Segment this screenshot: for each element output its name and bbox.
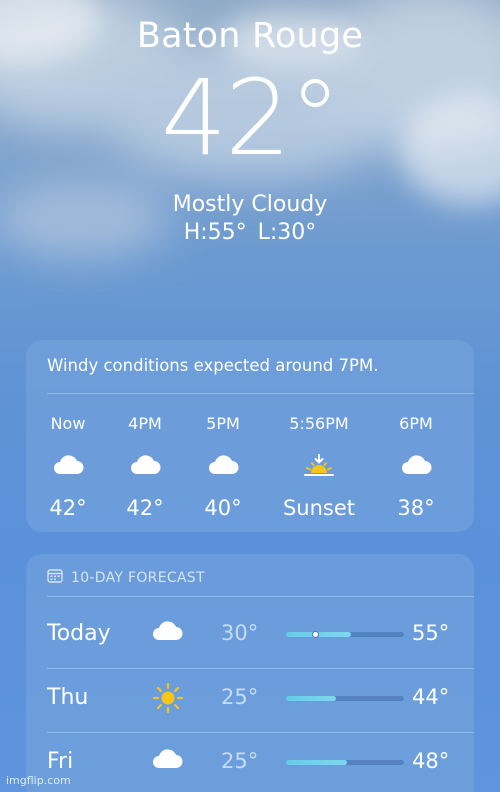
hour-time: 6PM [399, 414, 433, 433]
hour-temp: 38° [397, 496, 435, 520]
forecast-header: 10-DAY FORECAST [47, 568, 205, 587]
condition-text: Mostly Cloudy [172, 192, 328, 217]
low-temp: 25° [221, 685, 259, 709]
high-temp: 48° [412, 749, 450, 773]
cloud-icon [51, 454, 85, 480]
day-label: Fri [47, 749, 74, 774]
row-divider [47, 668, 474, 669]
ten-day-forecast-card[interactable]: 10-DAY FORECAST Today 30° 55° Thu 25° 44… [26, 554, 474, 792]
forecast-header-label: 10-DAY FORECAST [71, 569, 205, 586]
day-label: Today [47, 621, 111, 646]
city-name: Baton Rouge [136, 16, 364, 56]
high-low-text: H:55° L:30° [183, 220, 317, 245]
hour-time: 4PM [128, 414, 162, 433]
hourly-forecast-card[interactable]: Windy conditions expected around 7PM. No… [26, 340, 474, 532]
card-divider [47, 393, 474, 394]
forecast-row-fri[interactable]: Fri 25° 48° [26, 749, 474, 792]
temp-range-bar [286, 631, 404, 638]
hour-temp: Sunset [282, 496, 356, 520]
watermark-text: imgflip.com [6, 774, 71, 787]
cloud-icon [150, 747, 184, 775]
hour-temp: 42° [126, 496, 164, 520]
card-divider [47, 596, 474, 597]
hour-time: 5PM [206, 414, 240, 433]
temp-range-fill [286, 696, 336, 701]
cloud-icon [150, 619, 184, 647]
low-temp: 25° [221, 749, 259, 773]
temp-range-fill [286, 760, 348, 765]
high-temp: 55° [412, 621, 450, 645]
sun-icon [152, 682, 184, 718]
current-temperature: 42° [160, 57, 341, 179]
hour-time: Now [50, 414, 86, 433]
forecast-row-thu[interactable]: Thu 25° 44° [26, 682, 474, 745]
cloud-icon [399, 454, 433, 480]
current-temp-dot [312, 631, 319, 638]
cloud-icon [206, 454, 240, 480]
temp-range-bar [286, 760, 404, 765]
hour-temp: 40° [204, 496, 242, 520]
high-temp: 44° [412, 685, 450, 709]
sunset-icon [302, 454, 336, 482]
calendar-icon [47, 568, 63, 587]
forecast-row-today[interactable]: Today 30° 55° [26, 621, 474, 681]
row-divider [47, 732, 474, 733]
low-temp: 30° [221, 621, 259, 645]
weather-alert-text: Windy conditions expected around 7PM. [47, 356, 379, 375]
day-label: Thu [47, 685, 89, 710]
cloud-icon [128, 454, 162, 480]
temp-range-bar [286, 696, 404, 701]
hour-temp: 42° [49, 496, 87, 520]
hour-time: 5:56PM [289, 414, 349, 433]
